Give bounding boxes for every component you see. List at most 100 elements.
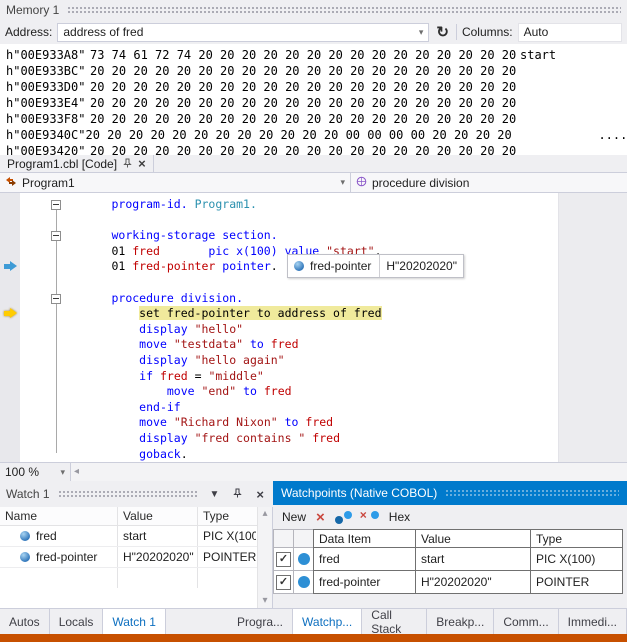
refresh-button[interactable]: ↻ [434, 25, 451, 40]
watchpoints-title-bar[interactable]: Watchpoints (Native COBOL) [273, 481, 627, 505]
watch-row[interactable]: fred-pointerH"20202020"POINTER [0, 547, 272, 568]
delete-watchpoint-icon[interactable]: × [316, 510, 325, 525]
scroll-down-icon[interactable]: ▾ [262, 596, 267, 606]
code-line: procedure division. [63, 291, 382, 307]
types-value: Program1 [22, 176, 335, 190]
watch-table: Name Value Type fredstartPIC X(100)fred-… [0, 507, 273, 608]
chevron-down-icon[interactable]: ▾ [419, 28, 424, 37]
memory-title-bar[interactable]: Memory 1 [0, 0, 627, 20]
watchpoint-checkbox[interactable]: ✓ [276, 575, 291, 590]
tab-immedi[interactable]: Immedi... [559, 609, 627, 634]
scroll-left-icon[interactable]: ◂ [74, 467, 79, 477]
column-header-data-item[interactable]: Data Item [313, 529, 415, 548]
zoom-value: 100 % [5, 465, 55, 479]
watch-rows: fredstartPIC X(100)fred-pointerH"2020202… [0, 526, 272, 568]
columns-combobox[interactable]: Auto [518, 23, 622, 42]
types-combobox[interactable]: Program1 ▾ [0, 173, 351, 192]
hex-toggle-button[interactable]: Hex [389, 510, 410, 524]
bookmark-arrow-icon [4, 261, 18, 272]
memory-ascii: start [520, 47, 556, 63]
pin-icon[interactable] [230, 488, 245, 501]
scroll-up-icon[interactable]: ▴ [262, 509, 267, 519]
tab-callstack[interactable]: Call Stack [362, 609, 427, 634]
new-watchpoint-button[interactable]: New [282, 510, 306, 524]
column-header-name[interactable]: Name [0, 507, 118, 525]
memory-address: h"00E933F8" [6, 111, 90, 127]
fold-box-icon[interactable] [51, 200, 61, 210]
memory-rows[interactable]: h"00E933A8"73 74 61 72 74 20 20 20 20 20… [0, 44, 627, 158]
disable-all-watchpoints-icon[interactable]: × [362, 511, 379, 524]
chevron-down-icon: ▾ [60, 468, 65, 477]
watch-title-bar[interactable]: Watch 1 ▼ × [0, 481, 273, 507]
tab-autos[interactable]: Autos [0, 609, 50, 634]
toolbar-separator [456, 24, 457, 40]
fold-box-icon[interactable] [51, 231, 61, 241]
watch-header: Name Value Type [0, 507, 272, 526]
vertical-scrollbar[interactable]: ▴ ▾ [257, 507, 272, 608]
memory-row: h"00E933D0"20 20 20 20 20 20 20 20 20 20… [6, 79, 627, 95]
watchpoint-data-item: fred [313, 548, 415, 571]
watch-empty-row [0, 568, 272, 588]
column-header-value[interactable]: Value [118, 507, 198, 525]
watchpoint-check-cell: ✓ [273, 571, 293, 594]
watchpoint-row[interactable]: ✓fred-pointerH"20202020"POINTER [273, 571, 627, 594]
fold-box-icon[interactable] [51, 294, 61, 304]
zoom-combobox[interactable]: 100 % ▾ [0, 463, 71, 481]
address-combobox[interactable]: address of fred ▾ [57, 23, 429, 42]
column-header-type[interactable]: Type [198, 507, 256, 525]
watchpoint-data-item: fred-pointer [313, 571, 415, 594]
watchpoint-checkbox[interactable]: ✓ [276, 552, 291, 567]
code-line: if fred = "middle" [63, 369, 382, 385]
watch-type: POINTER [198, 547, 256, 567]
execution-pointer-icon [4, 308, 18, 319]
pin-icon[interactable] [123, 157, 132, 171]
memory-title: Memory 1 [6, 3, 59, 17]
tab-watch1[interactable]: Watch 1 [103, 609, 166, 634]
tab-breakp[interactable]: Breakp... [427, 609, 494, 634]
memory-hex-bytes: 20 20 20 20 20 20 20 20 20 20 20 20 20 2… [90, 63, 520, 79]
column-header-value[interactable]: Value [415, 529, 530, 548]
watchpoint-enabled-icon [298, 576, 310, 588]
watchpoints-toolbar: New × × Hex [273, 505, 627, 529]
code-area[interactable]: program-id. Program1. working-storage se… [0, 193, 627, 462]
memory-address: h"00E933A8" [6, 47, 90, 63]
watchpoint-row[interactable]: ✓ fredstartPIC X(100) [273, 548, 627, 571]
address-label: Address: [5, 25, 52, 39]
column-header-type[interactable]: Type [530, 529, 623, 548]
watchpoint-enabled-icon [298, 553, 310, 565]
editor-panel: Program1.cbl [Code] × Program1 ▾ procedu… [0, 155, 627, 481]
editor-right-gutter [558, 193, 627, 462]
window-menu-icon[interactable]: ▼ [207, 489, 223, 500]
code-line: working-storage section. [63, 228, 382, 244]
close-icon[interactable]: × [138, 157, 146, 170]
tab-watchp[interactable]: Watchp... [293, 609, 362, 634]
code-line: display "hello again" [63, 353, 382, 369]
members-combobox[interactable]: procedure division [351, 173, 627, 192]
variable-icon [20, 531, 30, 541]
memory-address: h"00E9340C" [6, 127, 85, 143]
address-value: address of fred [63, 25, 418, 39]
tab-progra[interactable]: Progra... [228, 609, 293, 634]
memory-toolbar: Address: address of fred ▾ ↻ Columns: Au… [0, 20, 627, 44]
enable-all-watchpoints-icon[interactable] [335, 511, 352, 524]
vs-debug-window: Memory 1 Address: address of fred ▾ ↻ Co… [0, 0, 627, 642]
watchpoint-value: start [415, 548, 530, 571]
memory-row: h"00E933E4"20 20 20 20 20 20 20 20 20 20… [6, 95, 627, 111]
tab-locals[interactable]: Locals [50, 609, 104, 634]
tab-program1-cbl[interactable]: Program1.cbl [Code] × [0, 155, 154, 172]
horizontal-scrollbar[interactable]: ◂ [71, 463, 627, 481]
memory-ascii: .... [512, 127, 627, 143]
watchpoint-type: PIC X(100) [530, 548, 623, 571]
watch-value: H"20202020" [118, 547, 198, 567]
breakpoint-margin[interactable] [0, 193, 20, 462]
datatip-name: fred-pointer [304, 259, 379, 273]
debug-status-bar [0, 634, 627, 642]
datatip[interactable]: fred-pointer H"20202020" [287, 254, 464, 278]
memory-row: h"00E933F8"20 20 20 20 20 20 20 20 20 20… [6, 111, 627, 127]
watch-row[interactable]: fredstartPIC X(100) [0, 526, 272, 547]
memory-address: h"00E933E4" [6, 95, 90, 111]
tool-tab-group: Progra...Watchp...Call StackBreakp...Com… [228, 609, 627, 634]
tab-comm[interactable]: Comm... [494, 609, 558, 634]
close-icon[interactable]: × [253, 487, 267, 502]
code-line: display "fred contains " fred [63, 431, 382, 447]
